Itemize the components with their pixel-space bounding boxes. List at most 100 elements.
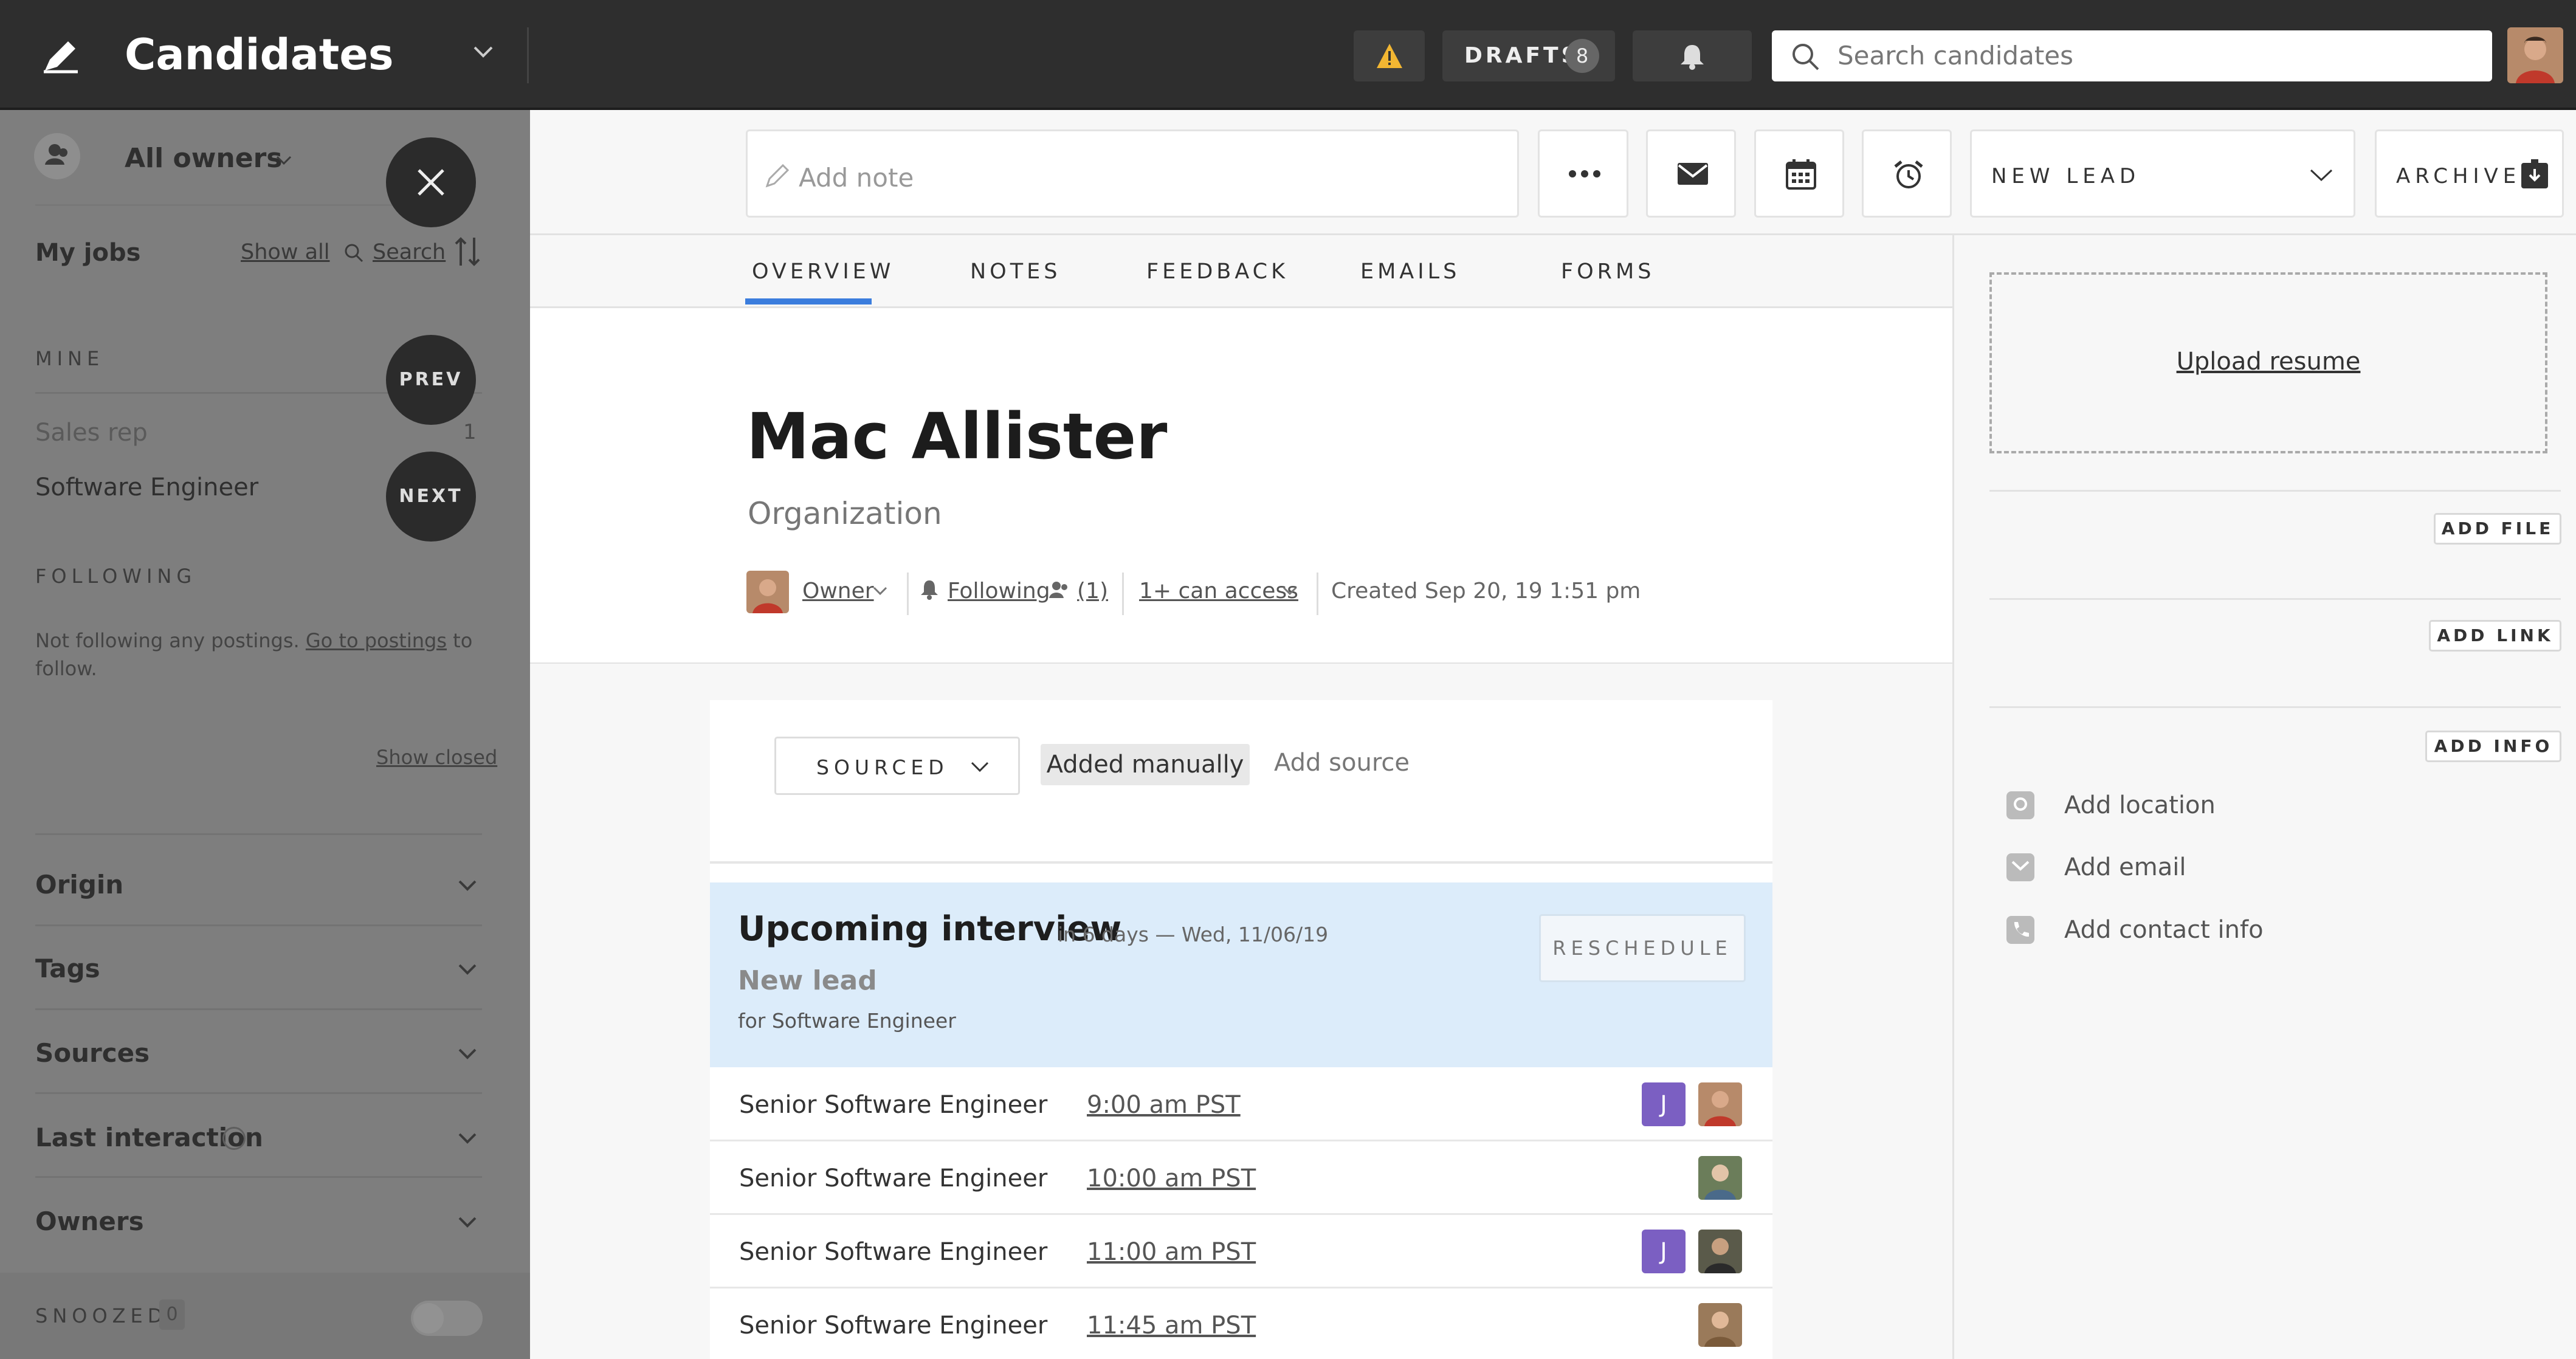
stage-dropdown[interactable]: NEW LEAD (1970, 129, 2355, 218)
user-avatar[interactable] (2507, 27, 2563, 83)
mine-heading: MINE (35, 347, 105, 370)
job-item-sales-rep[interactable]: Sales rep (35, 419, 148, 447)
search-bar[interactable]: Search candidates (1772, 30, 2492, 81)
followers-icon (1048, 579, 1071, 600)
warning-icon (1376, 43, 1403, 69)
owner-filter[interactable]: All owners (125, 143, 282, 174)
interview-row-time[interactable]: 9:00 am PST (1087, 1091, 1241, 1119)
prev-button[interactable]: PREV (386, 335, 476, 425)
add-note-input[interactable]: Add note (799, 163, 914, 193)
interviewer-badge[interactable]: J (1642, 1230, 1686, 1273)
interview-row-time[interactable]: 11:45 am PST (1087, 1312, 1256, 1340)
chevron-down-icon[interactable] (457, 1215, 478, 1230)
reschedule-button[interactable]: RESCHEDULE (1539, 914, 1746, 982)
info-icon[interactable] (222, 1127, 246, 1150)
search-jobs-link[interactable]: Search (373, 240, 446, 264)
add-email-button[interactable]: Add email (2064, 853, 2186, 881)
interviewer-badge[interactable]: J (1642, 1082, 1686, 1126)
owner-avatar-icon (34, 133, 80, 179)
candidate-organization[interactable]: Organization (748, 496, 942, 531)
add-source-button[interactable]: Add source (1274, 749, 1410, 777)
access-link[interactable]: 1+ can access (1139, 579, 1298, 604)
tab-feedback[interactable]: FEEDBACK (1146, 260, 1289, 284)
add-link-button[interactable]: ADD LINK (2429, 620, 2561, 652)
lever-logo-icon[interactable] (41, 35, 80, 74)
more-actions-button[interactable] (1538, 129, 1628, 218)
interview-row-time[interactable]: 11:00 am PST (1087, 1238, 1256, 1266)
tab-emails[interactable]: EMAILS (1360, 260, 1460, 284)
interview-row[interactable]: Senior Software Engineer 11:45 am PST (710, 1288, 1772, 1359)
chevron-down-icon[interactable] (1281, 585, 1298, 597)
chevron-down-icon[interactable] (457, 1131, 478, 1146)
interview-row-time[interactable]: 10:00 am PST (1087, 1165, 1256, 1192)
interview-row[interactable]: Senior Software Engineer 10:00 am PST (710, 1141, 1772, 1215)
interview-row-title: Senior Software Engineer (739, 1238, 1048, 1266)
followers-count[interactable]: (1) (1077, 579, 1108, 604)
divider (907, 573, 909, 615)
chevron-down-icon[interactable] (275, 154, 293, 167)
chevron-down-icon[interactable] (457, 962, 478, 977)
interview-job: for Software Engineer (738, 1009, 956, 1033)
tab-notes[interactable]: NOTES (970, 260, 1061, 284)
upload-resume-link[interactable]: Upload resume (1992, 348, 2545, 376)
show-all-link[interactable]: Show all (241, 240, 329, 264)
stage-label: NEW LEAD (1991, 164, 2141, 188)
source-type-label: SOURCED (816, 755, 949, 779)
tab-overview[interactable]: OVERVIEW (752, 260, 894, 284)
filter-sources[interactable]: Sources (35, 1038, 150, 1068)
interviewer-avatar[interactable] (1698, 1303, 1742, 1347)
following-link[interactable]: Following (948, 579, 1050, 604)
pencil-icon (763, 162, 791, 190)
job-item-software-engineer[interactable]: Software Engineer (35, 473, 258, 501)
upcoming-interview-panel: Upcoming interview in 6 days — Wed, 11/0… (710, 882, 1772, 1067)
close-button[interactable] (386, 137, 476, 227)
bell-icon (1678, 43, 1707, 71)
snooze-button[interactable] (1862, 129, 1952, 218)
add-note-field[interactable]: Add note (746, 129, 1519, 218)
source-tag[interactable]: Added manually (1041, 744, 1250, 785)
divider (1122, 573, 1124, 615)
search-input[interactable]: Search candidates (1837, 41, 2073, 71)
snoozed-toggle[interactable] (411, 1301, 483, 1336)
chevron-down-icon[interactable] (471, 43, 495, 61)
owner-avatar[interactable] (746, 571, 789, 613)
add-file-button[interactable]: ADD FILE (2434, 513, 2561, 545)
go-to-postings-link[interactable]: Go to postings (306, 629, 447, 652)
interview-row-title: Senior Software Engineer (739, 1165, 1048, 1192)
source-type-dropdown[interactable]: SOURCED (774, 737, 1020, 795)
interview-row[interactable]: Senior Software Engineer 9:00 am PST J (710, 1068, 1772, 1141)
candidate-name: Mac Allister (746, 399, 1168, 473)
owner-link[interactable]: Owner (802, 579, 874, 604)
add-location-button[interactable]: Add location (2064, 791, 2216, 819)
following-message: Not following any postings. (35, 629, 300, 652)
following-text: Not following any postings. Go to postin… (35, 627, 485, 683)
schedule-button[interactable] (1754, 129, 1844, 218)
notifications-button[interactable] (1633, 30, 1752, 81)
add-contact-info-button[interactable]: Add contact info (2064, 916, 2264, 944)
next-button[interactable]: NEXT (386, 452, 476, 542)
tab-forms[interactable]: FORMS (1561, 260, 1655, 284)
following-suffix: to (453, 629, 473, 652)
interviewer-avatar[interactable] (1698, 1156, 1742, 1200)
interview-row[interactable]: Senior Software Engineer 11:00 am PST J (710, 1215, 1772, 1288)
sort-icon[interactable] (453, 235, 481, 268)
show-closed-link[interactable]: Show closed (376, 746, 497, 769)
archive-button[interactable]: ARCHIVE (2375, 129, 2564, 218)
drafts-button[interactable]: DRAFTS 8 (1442, 30, 1615, 81)
warning-button[interactable] (1354, 30, 1425, 81)
upload-resume-dropzone[interactable]: Upload resume (1989, 272, 2547, 453)
interviewer-avatar[interactable] (1698, 1082, 1742, 1126)
add-info-button[interactable]: ADD INFO (2425, 731, 2561, 762)
filter-tags[interactable]: Tags (35, 954, 100, 983)
filter-origin[interactable]: Origin (35, 870, 123, 900)
chevron-down-icon[interactable] (457, 1047, 478, 1061)
interviewer-avatar[interactable] (1698, 1230, 1742, 1273)
bell-icon (919, 579, 940, 600)
search-icon[interactable] (343, 243, 364, 263)
phone-icon (2006, 916, 2034, 944)
chevron-down-icon[interactable] (872, 585, 889, 597)
email-button[interactable] (1646, 129, 1736, 218)
filter-owners[interactable]: Owners (35, 1206, 144, 1236)
chevron-down-icon[interactable] (457, 878, 478, 893)
divider (1989, 490, 2561, 492)
